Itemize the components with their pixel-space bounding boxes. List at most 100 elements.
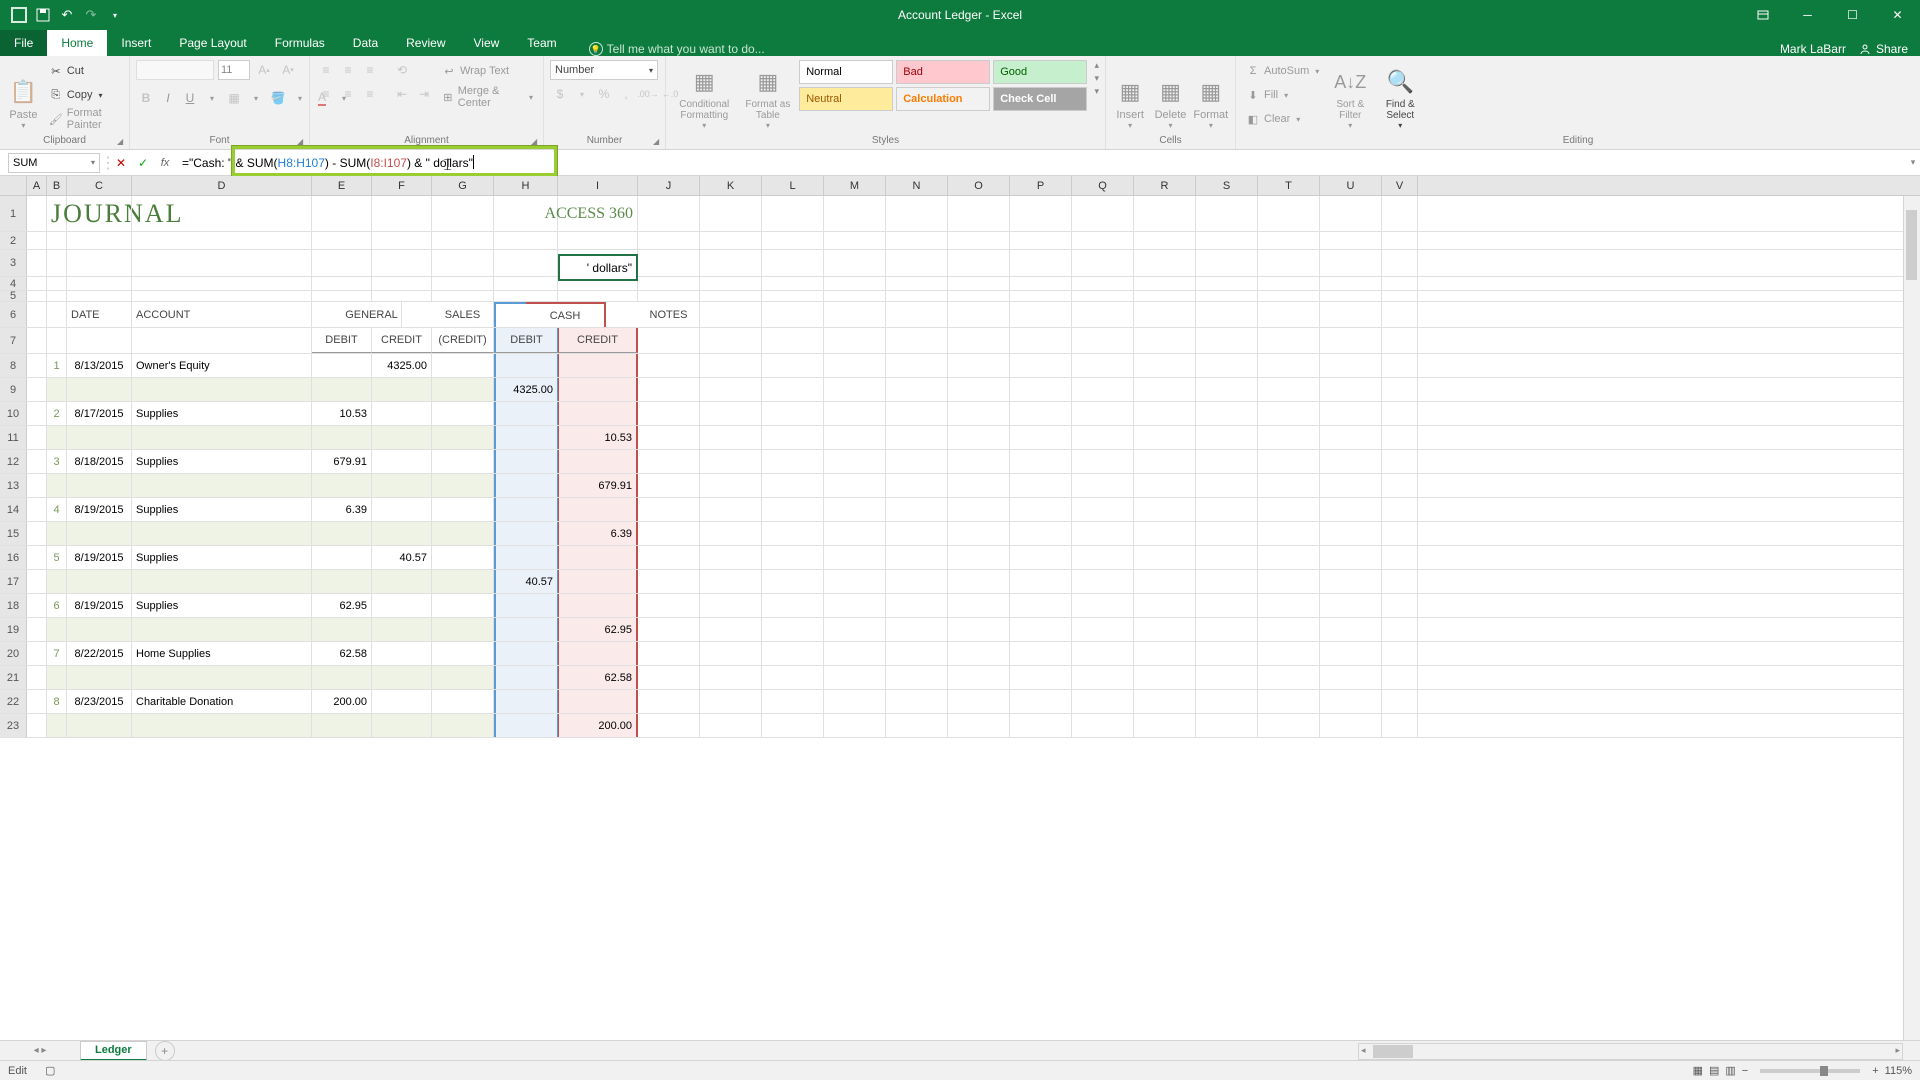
cell[interactable]: [886, 196, 948, 231]
cell[interactable]: [762, 354, 824, 377]
cell[interactable]: [700, 474, 762, 497]
copy-button[interactable]: ⎘Copy▾: [45, 84, 123, 106]
entry-credit-i2[interactable]: [558, 378, 638, 401]
cell[interactable]: [27, 291, 47, 301]
percent-icon[interactable]: %: [594, 84, 614, 104]
cell[interactable]: [1320, 570, 1382, 593]
cell[interactable]: [1196, 474, 1258, 497]
increase-decimal-icon[interactable]: .00→: [638, 84, 658, 104]
entry-debit-h[interactable]: [494, 498, 558, 521]
insert-function-button[interactable]: fx: [154, 153, 176, 173]
format-as-table-button[interactable]: ▦ Format as Table▾: [741, 60, 796, 130]
cell[interactable]: [1382, 474, 1418, 497]
cell[interactable]: [762, 714, 824, 737]
cell[interactable]: [372, 474, 432, 497]
cell[interactable]: [638, 546, 700, 569]
cell[interactable]: [824, 277, 886, 290]
cell[interactable]: [1258, 426, 1320, 449]
borders-icon[interactable]: ▦: [224, 88, 244, 108]
cell[interactable]: [948, 522, 1010, 545]
hdr-general[interactable]: GENERAL: [342, 302, 402, 327]
cell[interactable]: [1010, 378, 1072, 401]
row-header[interactable]: 12: [0, 450, 27, 473]
entry-credit-f[interactable]: [372, 498, 432, 521]
save-icon[interactable]: [32, 4, 54, 26]
cell[interactable]: [1196, 402, 1258, 425]
cell[interactable]: [1258, 594, 1320, 617]
cell[interactable]: [1258, 690, 1320, 713]
cell[interactable]: [1320, 277, 1382, 290]
hdr-sales[interactable]: SALES: [432, 302, 494, 327]
cell[interactable]: [1134, 291, 1196, 301]
cell[interactable]: [638, 291, 700, 301]
cell[interactable]: [700, 594, 762, 617]
cell[interactable]: [1010, 354, 1072, 377]
col-header-I[interactable]: I: [558, 176, 638, 195]
cell[interactable]: [886, 522, 948, 545]
cell[interactable]: [1196, 328, 1258, 353]
cell[interactable]: [1382, 450, 1418, 473]
cell[interactable]: [1072, 354, 1134, 377]
cell[interactable]: [132, 291, 312, 301]
entry-debit-e[interactable]: 200.00: [312, 690, 372, 713]
entry-num[interactable]: 2: [47, 402, 67, 425]
cell[interactable]: [27, 232, 47, 249]
entry-credit-f[interactable]: 4325.00: [372, 354, 432, 377]
cell[interactable]: [27, 378, 47, 401]
cell[interactable]: [948, 690, 1010, 713]
cell[interactable]: [1010, 402, 1072, 425]
cell[interactable]: [67, 232, 132, 249]
cell[interactable]: [1010, 498, 1072, 521]
entry-debit-e[interactable]: [312, 546, 372, 569]
cell[interactable]: [1258, 618, 1320, 641]
cell[interactable]: [1196, 498, 1258, 521]
cell[interactable]: [432, 232, 494, 249]
cell[interactable]: [27, 498, 47, 521]
cell[interactable]: [27, 714, 47, 737]
col-header-R[interactable]: R: [1134, 176, 1196, 195]
cell[interactable]: [1134, 546, 1196, 569]
cell[interactable]: [824, 570, 886, 593]
cell[interactable]: [1010, 690, 1072, 713]
cell[interactable]: [886, 302, 948, 327]
hdr-account[interactable]: ACCOUNT: [132, 302, 312, 327]
entry-date[interactable]: 8/18/2015: [67, 450, 132, 473]
col-header-O[interactable]: O: [948, 176, 1010, 195]
cell[interactable]: [1010, 642, 1072, 665]
cell[interactable]: [824, 302, 886, 327]
gallery-up-icon[interactable]: ▴: [1094, 60, 1099, 71]
cell[interactable]: [1196, 522, 1258, 545]
cell[interactable]: [1382, 328, 1418, 353]
cell[interactable]: [372, 618, 432, 641]
cell[interactable]: [372, 714, 432, 737]
entry-credit-g[interactable]: [432, 594, 494, 617]
cell[interactable]: [1072, 522, 1134, 545]
cell[interactable]: [1010, 666, 1072, 689]
autosum-button[interactable]: ΣAutoSum▾: [1242, 60, 1323, 82]
entry-date[interactable]: 8/19/2015: [67, 546, 132, 569]
cell[interactable]: [824, 196, 886, 231]
entry-account[interactable]: Supplies: [132, 594, 312, 617]
merge-center-button[interactable]: ⊞Merge & Center▾: [438, 86, 537, 108]
cell[interactable]: [700, 196, 762, 231]
cell[interactable]: [824, 354, 886, 377]
cell[interactable]: [700, 618, 762, 641]
entry-credit-i2[interactable]: [558, 570, 638, 593]
cell[interactable]: [1010, 594, 1072, 617]
tab-team[interactable]: Team: [513, 30, 570, 56]
cell[interactable]: [948, 714, 1010, 737]
formula-input[interactable]: ="Cash: " & SUM(H8:H107) - SUM(I8:I107) …: [176, 153, 1906, 173]
cell[interactable]: [1196, 232, 1258, 249]
cell[interactable]: [700, 666, 762, 689]
entry-account[interactable]: Supplies: [132, 402, 312, 425]
cell[interactable]: [1320, 450, 1382, 473]
cell[interactable]: [1320, 618, 1382, 641]
cell[interactable]: [824, 291, 886, 301]
clipboard-launcher-icon[interactable]: ◢: [117, 137, 127, 147]
cell[interactable]: [1320, 546, 1382, 569]
cell[interactable]: [27, 250, 47, 276]
cell[interactable]: [824, 232, 886, 249]
row-header[interactable]: 10: [0, 402, 27, 425]
cell[interactable]: [1196, 426, 1258, 449]
cell[interactable]: [886, 474, 948, 497]
